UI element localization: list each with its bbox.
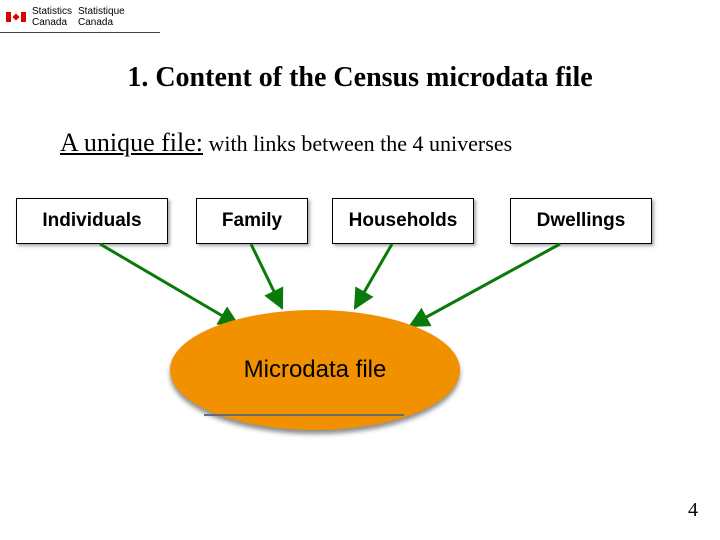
ellipse-label: Microdata file bbox=[244, 356, 387, 384]
box-label: Family bbox=[222, 210, 282, 232]
subtitle-lead: A unique file: bbox=[60, 128, 203, 157]
slide-subtitle: A unique file: with links between the 4 … bbox=[60, 128, 512, 158]
universe-box-households: Households bbox=[332, 198, 474, 244]
universe-box-dwellings: Dwellings bbox=[510, 198, 652, 244]
microdata-ellipse: Microdata file bbox=[170, 310, 460, 430]
org-name-fr: Statistique Canada bbox=[78, 6, 125, 28]
org-logo: Statistics Canada Statistique Canada bbox=[6, 6, 125, 28]
page-number: 4 bbox=[688, 499, 698, 522]
canada-flag-icon bbox=[6, 12, 26, 22]
box-label: Households bbox=[349, 210, 458, 232]
arrow-households bbox=[355, 244, 392, 308]
universe-box-individuals: Individuals bbox=[16, 198, 168, 244]
box-label: Dwellings bbox=[537, 210, 626, 232]
ellipse-shadow-line bbox=[204, 414, 404, 416]
subtitle-rest: with links between the 4 universes bbox=[203, 131, 512, 156]
box-label: Individuals bbox=[42, 210, 141, 232]
logo-divider bbox=[0, 32, 160, 33]
arrow-family bbox=[251, 244, 282, 308]
slide-title: 1. Content of the Census microdata file bbox=[0, 62, 720, 94]
org-name-en: Statistics Canada bbox=[32, 6, 72, 28]
universe-box-family: Family bbox=[196, 198, 308, 244]
